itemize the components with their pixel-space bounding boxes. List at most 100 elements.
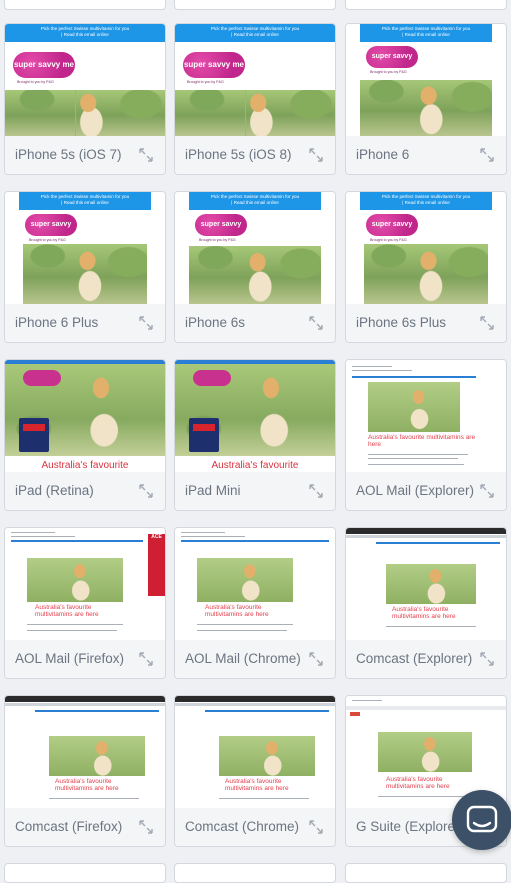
- preview-card-iphone5s-ios8[interactable]: Pick the perfect Swisse multivitamin for…: [174, 23, 336, 175]
- hero-photo: [23, 244, 147, 304]
- device-label: AOL Mail (Chrome): [185, 651, 301, 666]
- email-headline: Australia's favourite: [5, 456, 165, 472]
- hero-photo: [189, 246, 321, 304]
- hero-photo: [27, 558, 123, 602]
- expand-icon[interactable]: [139, 484, 153, 498]
- preview-card-iphone6-plus[interactable]: Pick the perfect Swisse multivitamin for…: [4, 191, 166, 343]
- hero-photo: [175, 90, 335, 136]
- email-thumbnail: Australia's favourite: [5, 360, 165, 473]
- email-thumbnail: Pick the perfect Swisse multivitamin for…: [175, 24, 335, 137]
- email-thumbnail: Australia's favourite multivitamins are …: [346, 528, 506, 641]
- preview-card-partial[interactable]: [345, 863, 507, 883]
- preview-card-aol-explorer[interactable]: Australia's favourite multivitamins are …: [345, 359, 507, 511]
- email-headline: Australia's favourite multivitamins are …: [225, 778, 289, 792]
- hero-photo: [368, 382, 460, 432]
- email-headline: Australia's favourite multivitamins are …: [35, 604, 99, 618]
- preview-card-partial[interactable]: [174, 0, 336, 10]
- expand-icon[interactable]: [309, 484, 323, 498]
- preview-card-comcast-explorer[interactable]: Australia's favourite multivitamins are …: [345, 527, 507, 679]
- product-pack: [19, 418, 49, 452]
- brand-logo-sub: Brought to you by P&G: [17, 80, 54, 84]
- brand-logo: [23, 370, 61, 386]
- expand-icon[interactable]: [139, 652, 153, 666]
- preview-card-iphone6s-plus[interactable]: Pick the perfect Swisse multivitamin for…: [345, 191, 507, 343]
- expand-icon[interactable]: [309, 652, 323, 666]
- product-pack: [189, 418, 219, 452]
- preview-card-comcast-firefox[interactable]: Australia's favourite multivitamins are …: [4, 695, 166, 847]
- brand-logo: super savvy me: [195, 214, 247, 250]
- preview-card-iphone5s-ios7[interactable]: Pick the perfect Swisse multivitamin for…: [4, 23, 166, 175]
- device-label: Comcast (Firefox): [15, 819, 123, 834]
- email-thumbnail: Pick the perfect Swisse multivitamin for…: [5, 24, 165, 137]
- hero-photo: [364, 244, 488, 304]
- brand-logo-sub: Brought to you by P&G: [199, 238, 236, 242]
- device-label: iPhone 5s (iOS 8): [185, 147, 292, 162]
- hero-photo: [360, 80, 492, 136]
- device-label: iPhone 6 Plus: [15, 315, 99, 330]
- email-headline: Australia's favourite multivitamins are …: [55, 778, 119, 792]
- email-thumbnail: Australia's favourite multivitamins are …: [5, 696, 165, 809]
- device-label: Comcast (Explorer): [356, 651, 473, 666]
- brand-logo-sub: Brought to you by P&G: [29, 238, 66, 242]
- device-label: AOL Mail (Explorer): [356, 483, 475, 498]
- email-thumbnail: Pick the perfect Swisse multivitamin for…: [5, 192, 165, 305]
- hero-photo: [378, 732, 472, 772]
- expand-icon[interactable]: [139, 820, 153, 834]
- preview-card-partial[interactable]: [345, 0, 507, 10]
- email-thumbnail: Australia's favourite: [175, 360, 335, 473]
- email-thumbnail: Pick the perfect Swisse multivitamin for…: [346, 192, 506, 305]
- expand-icon[interactable]: [480, 484, 494, 498]
- preview-grid: Pick the perfect Swisse multivitamin for…: [0, 0, 511, 883]
- device-label: iPhone 6s Plus: [356, 315, 447, 330]
- email-thumbnail: Australia's favourite multivitamins are …: [5, 528, 165, 641]
- email-headline: Australia's favourite multivitamins are …: [205, 604, 269, 618]
- email-banner: Pick the perfect Swisse multivitamin for…: [360, 24, 492, 42]
- preview-card-aol-chrome[interactable]: Australia's favourite multivitamins are …: [174, 527, 336, 679]
- brand-logo: super savvy me: [366, 46, 418, 82]
- brand-logo-sub: Brought to you by P&G: [187, 80, 224, 84]
- preview-card-ipad-mini[interactable]: Australia's favourite iPad Mini: [174, 359, 336, 511]
- preview-card-partial[interactable]: [174, 863, 336, 883]
- hero-photo: [49, 736, 145, 776]
- device-label: Comcast (Chrome): [185, 819, 300, 834]
- hero-photo: [219, 736, 315, 776]
- email-headline: Australia's favourite multivitamins are …: [386, 776, 450, 790]
- email-banner: Pick the perfect Swisse multivitamin for…: [5, 24, 165, 42]
- preview-card-iphone6[interactable]: Pick the perfect Swisse multivitamin for…: [345, 23, 507, 175]
- expand-icon[interactable]: [309, 316, 323, 330]
- email-thumbnail: Australia's favourite multivitamins are …: [346, 360, 506, 473]
- expand-icon[interactable]: [139, 316, 153, 330]
- expand-icon[interactable]: [480, 316, 494, 330]
- email-headline: Australia's favourite multivitamins are …: [392, 606, 456, 620]
- preview-card-iphone6s[interactable]: Pick the perfect Swisse multivitamin for…: [174, 191, 336, 343]
- brand-logo: super savvy me: [183, 52, 245, 78]
- chat-launcher-button[interactable]: [452, 790, 511, 850]
- ad-banner: ACE: [148, 534, 165, 596]
- preview-card-ipad-retina[interactable]: Australia's favourite iPad (Retina): [4, 359, 166, 511]
- device-label: iPhone 6: [356, 147, 410, 162]
- brand-logo: super savvy me: [25, 214, 77, 250]
- preview-card-comcast-chrome[interactable]: Australia's favourite multivitamins are …: [174, 695, 336, 847]
- email-thumbnail: Australia's favourite multivitamins are …: [175, 696, 335, 809]
- email-banner: Pick the perfect Swisse multivitamin for…: [360, 192, 492, 210]
- email-thumbnail: Australia's favourite multivitamins are …: [175, 528, 335, 641]
- preview-card-partial[interactable]: [4, 0, 166, 10]
- expand-icon[interactable]: [309, 148, 323, 162]
- preview-card-partial[interactable]: [4, 863, 166, 883]
- brand-logo: [193, 370, 231, 386]
- preview-card-aol-firefox[interactable]: Australia's favourite multivitamins are …: [4, 527, 166, 679]
- expand-icon[interactable]: [480, 148, 494, 162]
- device-label: iPhone 6s: [185, 315, 246, 330]
- expand-icon[interactable]: [309, 820, 323, 834]
- email-thumbnail: Pick the perfect Swisse multivitamin for…: [346, 24, 506, 137]
- device-label: AOL Mail (Firefox): [15, 651, 125, 666]
- email-banner: Pick the perfect Swisse multivitamin for…: [189, 192, 321, 210]
- device-label: iPhone 5s (iOS 7): [15, 147, 122, 162]
- email-thumbnail: Pick the perfect Swisse multivitamin for…: [175, 192, 335, 305]
- expand-icon[interactable]: [480, 652, 494, 666]
- hero-photo: [386, 564, 476, 604]
- expand-icon[interactable]: [139, 148, 153, 162]
- email-headline: Australia's favourite multivitamins are …: [368, 434, 476, 448]
- device-label: iPad Mini: [185, 483, 241, 498]
- device-label: iPad (Retina): [15, 483, 94, 498]
